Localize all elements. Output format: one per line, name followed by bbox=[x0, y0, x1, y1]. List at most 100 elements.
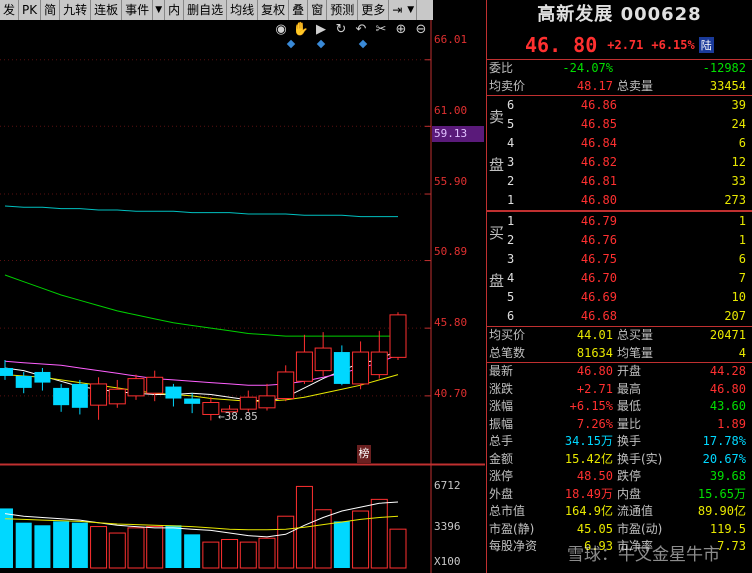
volume-bar bbox=[146, 526, 164, 569]
toolbar-item-shijian[interactable]: 事件 bbox=[122, 0, 154, 20]
stat-value: 45.05 bbox=[576, 521, 613, 536]
candle-body bbox=[184, 398, 201, 404]
summary-row: 均卖价 48.17 总卖量 33454 bbox=[487, 78, 752, 96]
order-level: 2 bbox=[507, 233, 515, 247]
candle-body bbox=[295, 351, 313, 382]
stat-row: 外盘 18.49万 内盘 15.65万 bbox=[487, 486, 752, 504]
order-level: 1 bbox=[507, 214, 515, 228]
volume-bar bbox=[221, 539, 239, 569]
stat-label: 总笔数 bbox=[489, 345, 526, 360]
order-volume: 207 bbox=[724, 309, 746, 323]
chevron-down-icon[interactable]: ▼ bbox=[153, 0, 166, 20]
zoom-in-icon[interactable]: ⊕ bbox=[392, 22, 410, 37]
candle-body bbox=[71, 383, 88, 408]
stat-value: 7.73 bbox=[717, 539, 746, 553]
toolbar-item-nei[interactable]: 内 bbox=[165, 0, 185, 20]
kline-chart-area[interactable]: ◉ ✋ ▶ ↻ ↶ ✂ ⊕ ⊖ 66.01 61.00 55.90 50.89 … bbox=[0, 20, 485, 573]
stat-row: 市盈(静) 45.05 市盈(动) 119.5 bbox=[487, 521, 752, 539]
toolbar-item-jiuzhuan[interactable]: 九转 bbox=[60, 0, 92, 20]
stat-value: 89.90亿 bbox=[697, 504, 746, 518]
stat-value: 43.60 bbox=[709, 399, 746, 413]
stat-row: 总手 34.15万 换手 17.78% bbox=[487, 433, 752, 451]
stat-row: 总市值 164.9亿 流通值 89.90亿 bbox=[487, 503, 752, 521]
summary-row: 总笔数 81634 均笔量 4 bbox=[487, 345, 752, 363]
buy-order-row[interactable]: 2 46.76 1 bbox=[487, 231, 752, 250]
stat-label: 外盘 bbox=[489, 486, 514, 501]
order-price: 46.86 bbox=[580, 98, 617, 112]
toolbar: 发 PK 简 九转 连板 事件 ▼ 内 删自选 均线 复权 叠 窗 预测 更多 … bbox=[0, 0, 433, 20]
toolbar-item-yuce[interactable]: 预测 bbox=[327, 0, 359, 20]
change-amount: +2.71 bbox=[607, 37, 644, 52]
play-icon[interactable]: ▶ bbox=[312, 22, 330, 37]
stat-value: 39.68 bbox=[709, 469, 746, 483]
volume-bar bbox=[127, 527, 145, 569]
volume-bar bbox=[184, 534, 201, 568]
sell-order-row[interactable]: 6 46.86 39 bbox=[487, 96, 752, 115]
order-price: 46.84 bbox=[580, 136, 617, 150]
undo-icon[interactable]: ↶ bbox=[352, 22, 370, 37]
stat-value: 4 bbox=[738, 345, 746, 360]
candle-body bbox=[34, 371, 51, 383]
volume-bar bbox=[165, 525, 182, 568]
sell-order-row[interactable]: 2 46.81 33 bbox=[487, 172, 752, 191]
candle-body bbox=[314, 347, 332, 372]
summary-row: 委比 -24.07% -12982 bbox=[487, 60, 752, 78]
chevron-down-icon[interactable]: ▼ bbox=[405, 0, 418, 20]
stat-value: 34.15万 bbox=[564, 434, 613, 448]
price-tick: 66.01 bbox=[434, 33, 468, 46]
order-volume: 1 bbox=[738, 233, 746, 247]
toolbar-item-chuang[interactable]: 窗 bbox=[308, 0, 328, 20]
volume-tick: 3396 bbox=[434, 520, 461, 533]
buy-order-row[interactable]: 5 46.69 10 bbox=[487, 288, 752, 307]
stat-value: 119.5 bbox=[709, 521, 746, 536]
toolbar-item-shanzixuan[interactable]: 删自选 bbox=[184, 0, 228, 20]
buy-order-row[interactable]: 6 46.68 207 bbox=[487, 307, 752, 326]
stat-label: 总卖量 bbox=[617, 78, 654, 93]
order-price: 46.81 bbox=[580, 174, 617, 188]
order-level: 6 bbox=[507, 98, 515, 112]
stock-name: 高新发展 bbox=[537, 4, 614, 25]
toolbar-item-die[interactable]: 叠 bbox=[289, 0, 309, 20]
eye-icon[interactable]: ◉ bbox=[272, 22, 290, 37]
stat-value: 20471 bbox=[709, 328, 746, 342]
sell-order-row[interactable]: 3 46.82 12 bbox=[487, 153, 752, 172]
volume-bar bbox=[277, 515, 295, 569]
order-price: 46.68 bbox=[580, 309, 617, 323]
hand-icon[interactable]: ✋ bbox=[292, 22, 310, 37]
replay-icon[interactable]: ↻ bbox=[332, 22, 350, 37]
order-price: 46.70 bbox=[580, 271, 617, 285]
volume-bar bbox=[370, 498, 388, 569]
buy-order-row[interactable]: 1 46.79 1 bbox=[487, 212, 752, 231]
stat-label: 总买量 bbox=[617, 328, 654, 342]
sell-order-row[interactable]: 5 46.85 24 bbox=[487, 115, 752, 134]
stat-row: 最新 46.80 开盘 44.28 bbox=[487, 363, 752, 381]
toolbar-item-fa[interactable]: 发 bbox=[0, 0, 20, 20]
stat-label: 流通值 bbox=[617, 504, 654, 518]
kline-chart[interactable] bbox=[0, 20, 485, 573]
toolbar-item-lianban[interactable]: 连板 bbox=[91, 0, 123, 20]
pin-icon[interactable]: ⇥ bbox=[389, 0, 405, 20]
stat-label: 委比 bbox=[489, 61, 514, 75]
stat-label: 换手 bbox=[617, 434, 642, 448]
stat-label: 内盘 bbox=[617, 486, 642, 501]
stat-value: 33454 bbox=[709, 78, 746, 93]
marker-diamond bbox=[286, 39, 296, 49]
candle-body bbox=[333, 352, 350, 384]
sell-order-row[interactable]: 4 46.84 6 bbox=[487, 134, 752, 153]
buy-order-row[interactable]: 4 46.70 7 bbox=[487, 269, 752, 288]
stat-value: 15.42亿 bbox=[564, 451, 613, 466]
zoom-out-icon[interactable]: ⊖ bbox=[412, 22, 430, 37]
toolbar-item-fuquan[interactable]: 复权 bbox=[258, 0, 290, 20]
sell-order-row[interactable]: 1 46.80 273 bbox=[487, 191, 752, 210]
event-badge[interactable]: 榜 bbox=[357, 445, 371, 463]
toolbar-item-jian[interactable]: 简 bbox=[41, 0, 61, 20]
buy-order-row[interactable]: 3 46.75 6 bbox=[487, 250, 752, 269]
order-price: 46.80 bbox=[580, 193, 617, 207]
toolbar-item-junxian[interactable]: 均线 bbox=[227, 0, 259, 20]
quote-panel: 高新发展 000628 46. 80 +2.71 +6.15% 陆 委比 -24… bbox=[486, 0, 752, 573]
stat-label: 金额 bbox=[489, 451, 514, 466]
order-volume: 33 bbox=[731, 174, 746, 188]
scissors-icon[interactable]: ✂ bbox=[372, 22, 390, 37]
toolbar-item-pk[interactable]: PK bbox=[19, 0, 42, 20]
toolbar-item-gengduo[interactable]: 更多 bbox=[358, 0, 390, 20]
